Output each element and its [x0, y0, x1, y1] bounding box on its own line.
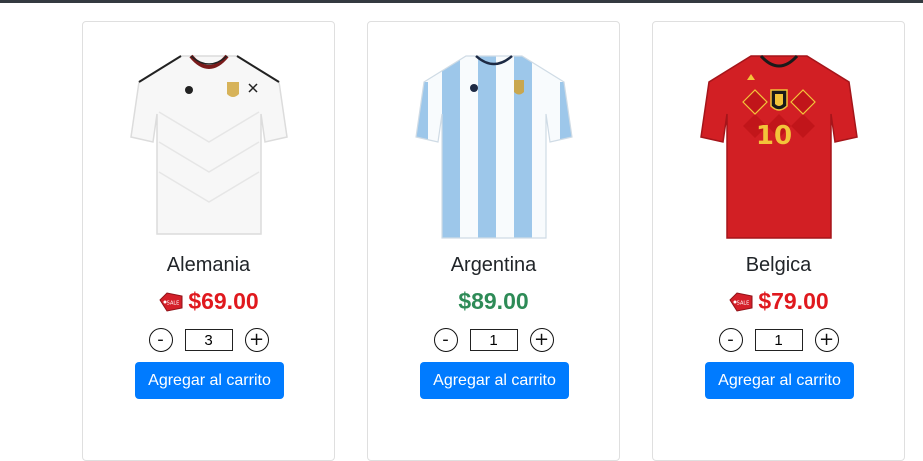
germany-jersey-image	[130, 54, 288, 235]
svg-text:10: 10	[756, 121, 792, 151]
increment-button[interactable]: +	[244, 328, 269, 352]
quantity-input[interactable]	[754, 329, 803, 351]
product-price: $89.00	[458, 288, 529, 314]
sale-tag-icon: SALE	[159, 291, 183, 312]
quantity-input[interactable]	[184, 329, 233, 351]
quantity-stepper: - +	[653, 328, 904, 352]
svg-text:SALE: SALE	[167, 300, 180, 306]
svg-text:SALE: SALE	[737, 300, 750, 306]
add-to-cart-button[interactable]: Agregar al carrito	[135, 362, 284, 399]
add-to-cart-button[interactable]: Agregar al carrito	[420, 362, 569, 399]
price-row: $89.00	[368, 288, 619, 315]
sale-tag-icon: SALE	[729, 291, 753, 312]
add-to-cart-button[interactable]: Agregar al carrito	[705, 362, 854, 399]
increment-button[interactable]: +	[814, 328, 839, 352]
product-name: Belgica	[745, 254, 812, 276]
quantity-input[interactable]	[469, 329, 518, 351]
increment-button[interactable]: +	[529, 328, 554, 352]
quantity-stepper: - +	[83, 328, 334, 352]
decrement-button[interactable]: -	[718, 328, 743, 352]
decrement-button[interactable]: -	[148, 328, 173, 352]
product-price: $79.00	[758, 288, 829, 314]
decrement-button[interactable]: -	[433, 328, 458, 352]
price-row: SALE $79.00	[653, 288, 904, 315]
product-card-argentina: Argentina $89.00 - + Agregar al carrito	[367, 21, 620, 461]
quantity-stepper: - +	[368, 328, 619, 352]
product-card-alemania: Alemania SALE $69.00 - + Agregar al carr…	[82, 21, 335, 461]
argentina-jersey-image	[415, 55, 573, 239]
price-row: SALE $69.00	[83, 288, 334, 315]
product-card-belgica: 10 Belgica SALE $79.00 - + Agregar al ca…	[652, 21, 905, 461]
product-name: Argentina	[450, 254, 537, 276]
belgium-jersey-image: 10	[700, 54, 858, 239]
top-navbar-edge	[0, 0, 923, 3]
product-name: Alemania	[166, 254, 251, 276]
product-price: $69.00	[188, 288, 259, 314]
